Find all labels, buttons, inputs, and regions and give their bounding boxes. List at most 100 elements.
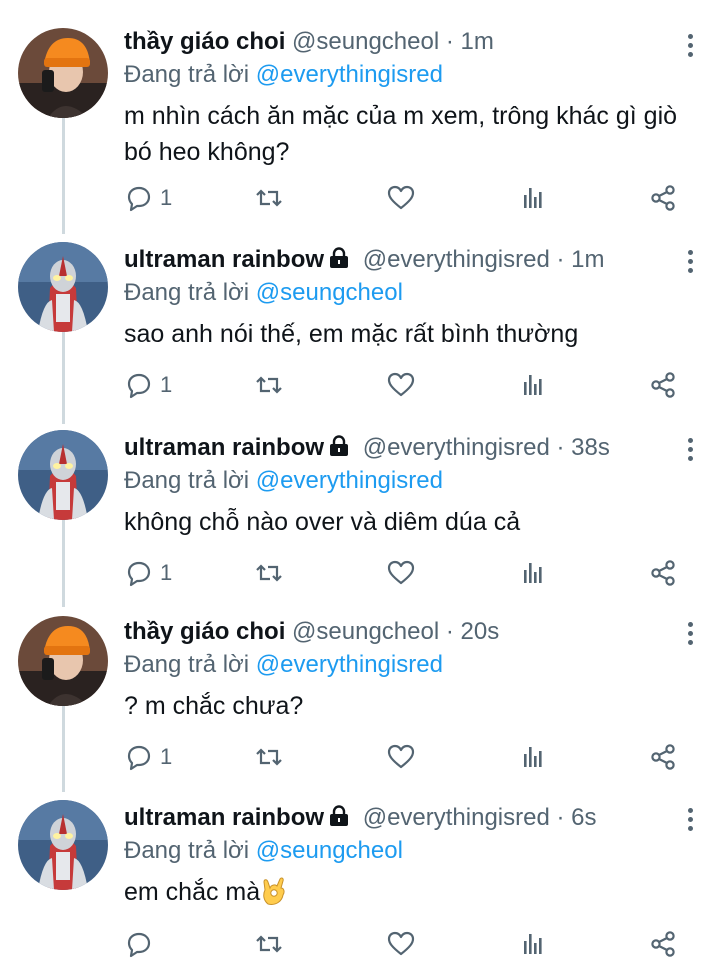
mention-link[interactable]: @everythingisred (256, 61, 443, 88)
tweet-text: ? m chắc chưa? (124, 692, 304, 720)
tweet-header: ultraman rainbow @everythingisred · 1m (124, 244, 680, 276)
tweet-header: thầy giáo choi @seungcheol · 1m (124, 26, 680, 58)
reply-icon (124, 929, 154, 959)
avatar[interactable] (18, 242, 108, 332)
reply-count: 1 (160, 372, 173, 397)
like-icon (386, 742, 416, 772)
lock-icon (328, 805, 350, 827)
user-handle[interactable]: @everythingisred (363, 246, 550, 273)
timestamp[interactable]: 20s (461, 618, 500, 645)
like-icon (386, 183, 416, 213)
reply-button[interactable]: 1 (124, 365, 172, 405)
retweet-button[interactable] (254, 365, 284, 405)
stats-icon (518, 929, 548, 959)
share-button[interactable] (648, 553, 678, 593)
display-name[interactable]: thầy giáo choi (124, 28, 285, 55)
replying-prefix: Đang trả lời (124, 279, 250, 306)
tweet-text-content: em chắc mà (124, 878, 261, 906)
like-icon (386, 929, 416, 959)
more-icon[interactable] (686, 34, 694, 58)
reply-button[interactable] (124, 924, 154, 964)
more-icon[interactable] (686, 808, 694, 832)
display-name[interactable]: ultraman rainbow (124, 434, 324, 461)
like-icon (386, 370, 416, 400)
avatar[interactable] (18, 28, 108, 118)
stats-button[interactable] (518, 553, 548, 593)
share-button[interactable] (648, 178, 678, 218)
stats-button[interactable] (518, 365, 548, 405)
avatar[interactable] (18, 800, 108, 890)
more-icon[interactable] (686, 622, 694, 646)
user-handle[interactable]: @everythingisred (363, 804, 550, 831)
separator-dot: · (556, 434, 565, 461)
tweet[interactable]: ultraman rainbow @everythingisred · 38s … (0, 418, 720, 608)
replying-prefix: Đang trả lời (124, 61, 250, 88)
avatar[interactable] (18, 616, 108, 706)
retweet-button[interactable] (254, 737, 284, 777)
stats-button[interactable] (518, 737, 548, 777)
timestamp[interactable]: 6s (571, 804, 596, 831)
replying-to: Đang trả lời @everythingisred (124, 58, 680, 92)
tweet[interactable]: ultraman rainbow @everythingisred · 1m Đ… (0, 230, 720, 420)
retweet-icon (254, 929, 284, 959)
stats-icon (518, 742, 548, 772)
like-button[interactable] (386, 178, 416, 218)
tweet-header: ultraman rainbow @everythingisred · 6s (124, 802, 680, 834)
reply-button[interactable]: 1 (124, 737, 172, 777)
timestamp[interactable]: 1m (571, 246, 604, 273)
reply-button[interactable]: 1 (124, 178, 172, 218)
timestamp[interactable]: 38s (571, 434, 610, 461)
tweet[interactable]: thầy giáo choi @seungcheol · 1m Đang trả… (0, 14, 720, 224)
more-icon[interactable] (686, 250, 694, 274)
lock-icon (328, 247, 350, 269)
tweet-text: không chỗ nào over và diêm dúa cả (124, 508, 521, 536)
mention-link[interactable]: @seungcheol (256, 837, 403, 864)
share-button[interactable] (648, 924, 678, 964)
tweet-text: em chắc mà (124, 874, 680, 910)
share-button[interactable] (648, 365, 678, 405)
user-handle[interactable]: @seungcheol (292, 28, 439, 55)
timestamp[interactable]: 1m (461, 28, 494, 55)
like-button[interactable] (386, 924, 416, 964)
reply-count: 1 (160, 560, 173, 585)
stats-icon (518, 558, 548, 588)
share-icon (648, 558, 678, 588)
share-icon (648, 370, 678, 400)
separator-dot: · (445, 618, 454, 645)
user-handle[interactable]: @everythingisred (363, 434, 550, 461)
reply-button[interactable]: 1 (124, 553, 172, 593)
stats-icon (518, 370, 548, 400)
like-button[interactable] (386, 365, 416, 405)
tweet-text: sao anh nói thế, em mặc rất bình thường (124, 320, 579, 348)
retweet-button[interactable] (254, 553, 284, 593)
tweet[interactable]: ultraman rainbow @everythingisred · 6s Đ… (0, 786, 720, 966)
like-button[interactable] (386, 737, 416, 777)
mention-link[interactable]: @everythingisred (256, 467, 443, 494)
replying-to: Đang trả lời @seungcheol (124, 834, 680, 868)
mention-link[interactable]: @seungcheol (256, 279, 403, 306)
retweet-icon (254, 370, 284, 400)
tweet-header: ultraman rainbow @everythingisred · 38s (124, 432, 680, 464)
retweet-button[interactable] (254, 924, 284, 964)
display-name[interactable]: thầy giáo choi (124, 618, 285, 645)
tweet[interactable]: thầy giáo choi @seungcheol · 20s Đang tr… (0, 602, 720, 792)
avatar[interactable] (18, 430, 108, 520)
user-handle[interactable]: @seungcheol (292, 618, 439, 645)
like-button[interactable] (386, 553, 416, 593)
stats-button[interactable] (518, 924, 548, 964)
share-icon (648, 929, 678, 959)
display-name[interactable]: ultraman rainbow (124, 246, 324, 273)
retweet-button[interactable] (254, 178, 284, 218)
mention-link[interactable]: @everythingisred (256, 651, 443, 678)
replying-to: Đang trả lời @seungcheol (124, 276, 680, 310)
share-icon (648, 742, 678, 772)
replying-to: Đang trả lời @everythingisred (124, 464, 680, 498)
more-icon[interactable] (686, 438, 694, 462)
reply-count: 1 (160, 185, 173, 210)
separator-dot: · (556, 804, 565, 831)
share-button[interactable] (648, 737, 678, 777)
display-name[interactable]: ultraman rainbow (124, 804, 324, 831)
stats-button[interactable] (518, 178, 548, 218)
replying-prefix: Đang trả lời (124, 837, 250, 864)
tweet-header: thầy giáo choi @seungcheol · 20s (124, 616, 680, 648)
